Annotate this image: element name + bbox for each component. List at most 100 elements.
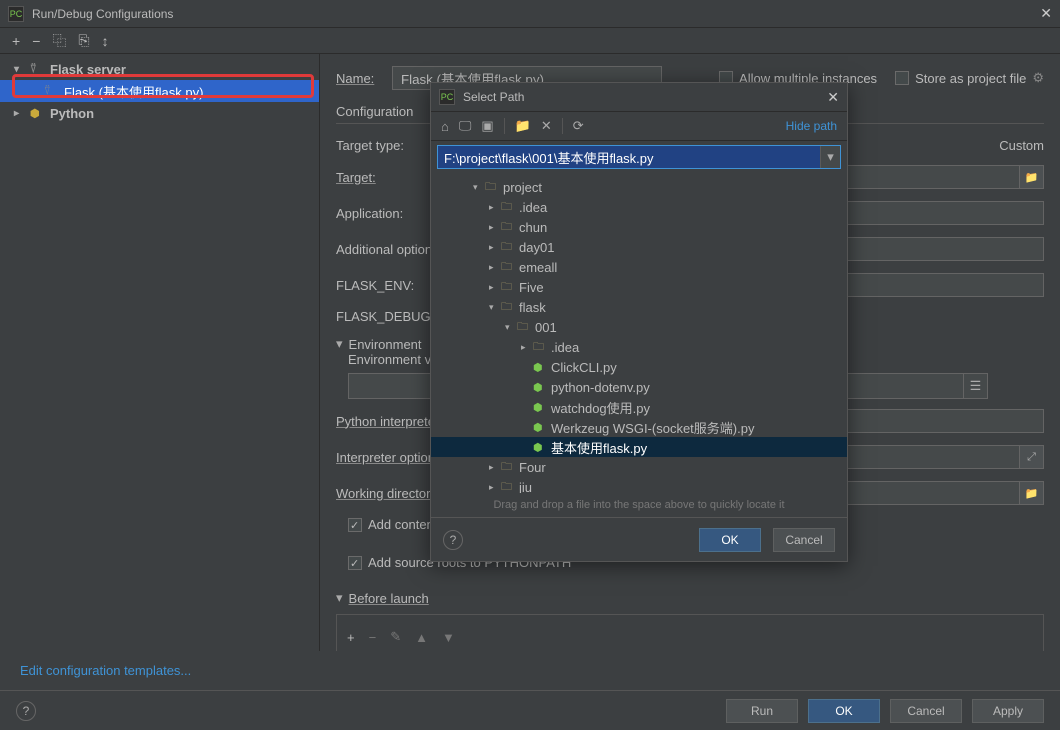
tree-label: Python bbox=[50, 106, 94, 121]
tree-group-flask-server[interactable]: ▾ ⍢ Flask server bbox=[0, 58, 319, 80]
dropdown-icon[interactable]: ▾ bbox=[820, 146, 840, 168]
chevron-down-icon: ▾ bbox=[489, 302, 499, 313]
tab-configuration[interactable]: Configuration bbox=[336, 100, 413, 123]
folder-row[interactable]: ▸🗀 .idea bbox=[431, 197, 847, 217]
folder-row[interactable]: ▸🗀 Four bbox=[431, 457, 847, 477]
add-button[interactable]: + bbox=[12, 33, 20, 49]
file-label: python-dotenv.py bbox=[551, 380, 650, 395]
save-button[interactable]: ⎘ bbox=[78, 32, 89, 49]
modal-cancel-button[interactable]: Cancel bbox=[773, 528, 835, 552]
cancel-button[interactable]: Cancel bbox=[890, 699, 962, 723]
down-task-button: ▼ bbox=[442, 630, 455, 645]
path-input[interactable]: F:\project\flask\001\基本使用flask.py ▾ bbox=[437, 145, 841, 169]
apply-button[interactable]: Apply bbox=[972, 699, 1044, 723]
modal-ok-button[interactable]: OK bbox=[699, 528, 761, 552]
up-task-button: ▲ bbox=[415, 630, 428, 645]
python-file-icon: ⬢ bbox=[533, 401, 547, 414]
hide-path-link[interactable]: Hide path bbox=[786, 119, 837, 133]
chevron-down-icon: ▾ bbox=[14, 64, 24, 75]
chevron-right-icon: ▸ bbox=[521, 342, 531, 353]
flask-icon: ⍢ bbox=[30, 63, 44, 76]
file-label: day01 bbox=[519, 240, 554, 255]
file-label: Four bbox=[519, 460, 546, 475]
file-label: .idea bbox=[519, 200, 547, 215]
file-label: flask bbox=[519, 300, 546, 315]
folder-row[interactable]: ▸🗀emeall bbox=[431, 257, 847, 277]
flask-icon: ⍢ bbox=[44, 85, 58, 98]
desktop-icon[interactable]: 🖵 bbox=[459, 118, 472, 134]
chevron-right-icon: ▸ bbox=[489, 222, 499, 233]
help-button[interactable]: ? bbox=[16, 701, 36, 721]
folder-row[interactable]: ▸🗀Five bbox=[431, 277, 847, 297]
file-label: 基本使用flask.py bbox=[551, 438, 647, 457]
python-file-icon: ⬢ bbox=[533, 421, 547, 434]
project-icon[interactable]: ▣ bbox=[481, 118, 493, 134]
list-icon[interactable]: ☰ bbox=[963, 374, 987, 398]
new-folder-icon[interactable]: 📁 bbox=[515, 118, 531, 134]
folder-icon: 🗀 bbox=[517, 318, 531, 337]
window-title: Run/Debug Configurations bbox=[32, 7, 173, 21]
edit-templates-link[interactable]: Edit configuration templates... bbox=[0, 651, 1060, 690]
sort-button[interactable]: ↕ bbox=[102, 33, 109, 49]
close-icon[interactable]: ✕ bbox=[827, 89, 839, 106]
tree-group-python[interactable]: ▸ ⬢ Python bbox=[0, 102, 319, 124]
file-row[interactable]: ⬢ Werkzeug WSGI-(socket服务端).py bbox=[431, 417, 847, 437]
folder-icon: 🗀 bbox=[501, 258, 515, 277]
refresh-icon[interactable]: ⟳ bbox=[573, 118, 584, 134]
path-value[interactable]: F:\project\flask\001\基本使用flask.py bbox=[438, 146, 820, 168]
file-row[interactable]: ⬢ClickCLI.py bbox=[431, 357, 847, 377]
add-task-button[interactable]: + bbox=[347, 630, 355, 645]
copy-button[interactable]: ⿻ bbox=[52, 31, 66, 51]
before-launch-toolbar: + − ✎ ▲ ▼ bbox=[336, 614, 1044, 651]
chevron-down-icon: ▾ bbox=[505, 322, 515, 333]
file-row[interactable]: ⬢ 基本使用flask.py bbox=[431, 437, 847, 457]
browse-target-button[interactable]: 📁 bbox=[1020, 165, 1044, 189]
app-icon: PC bbox=[439, 89, 455, 105]
folder-icon: 🗀 bbox=[501, 458, 515, 477]
gear-icon[interactable]: ⚙ bbox=[1032, 70, 1044, 86]
folder-row[interactable]: ▾🗀 001 bbox=[431, 317, 847, 337]
chevron-down-icon[interactable]: ▾ bbox=[336, 590, 343, 606]
folder-row[interactable]: ▸🗀.idea bbox=[431, 337, 847, 357]
folder-icon: 🗀 bbox=[501, 198, 515, 217]
file-row[interactable]: ⬢python-dotenv.py bbox=[431, 377, 847, 397]
file-row[interactable]: ⬢watchdog使用.py bbox=[431, 397, 847, 417]
ok-button[interactable]: OK bbox=[808, 699, 880, 723]
tree-label: Flask server bbox=[50, 62, 126, 77]
browse-dir-button[interactable]: 📁 bbox=[1020, 481, 1044, 505]
file-label: project bbox=[503, 180, 542, 195]
folder-icon: 🗀 bbox=[485, 178, 499, 197]
folder-icon: 🗀 bbox=[501, 238, 515, 257]
folder-icon: 🗀 bbox=[533, 338, 547, 357]
titlebar: PC Run/Debug Configurations ✕ bbox=[0, 0, 1060, 28]
chevron-right-icon: ▸ bbox=[489, 462, 499, 473]
file-label: emeall bbox=[519, 260, 557, 275]
folder-row[interactable]: ▸🗀chun bbox=[431, 217, 847, 237]
close-icon[interactable]: ✕ bbox=[1040, 5, 1052, 22]
folder-row[interactable]: ▸🗀day01 bbox=[431, 237, 847, 257]
remove-task-button: − bbox=[369, 630, 377, 645]
expand-icon[interactable]: ⤢ bbox=[1020, 445, 1044, 469]
python-icon: ⬢ bbox=[30, 107, 44, 120]
folder-row[interactable]: ▸🗀jiu bbox=[431, 477, 847, 493]
drop-hint: Drag and drop a file into the space abov… bbox=[431, 493, 847, 517]
delete-icon[interactable]: ✕ bbox=[541, 118, 552, 134]
file-tree[interactable]: ▾🗀project▸🗀.idea▸🗀chun▸🗀day01▸🗀emeall▸🗀F… bbox=[431, 173, 847, 493]
home-icon[interactable]: ⌂ bbox=[441, 119, 449, 134]
folder-row[interactable]: ▾🗀flask bbox=[431, 297, 847, 317]
folder-icon: 🗀 bbox=[501, 218, 515, 237]
python-file-icon: ⬢ bbox=[533, 361, 547, 374]
remove-button[interactable]: − bbox=[32, 33, 40, 49]
tree-item-flask-run[interactable]: ⍢ Flask (基本使用flask.py) bbox=[0, 80, 319, 102]
help-button[interactable]: ? bbox=[443, 530, 463, 550]
custom-radio-label[interactable]: Custom bbox=[999, 138, 1044, 153]
run-button[interactable]: Run bbox=[726, 699, 798, 723]
file-label: 001 bbox=[535, 320, 557, 335]
folder-row[interactable]: ▾🗀project bbox=[431, 177, 847, 197]
file-label: Werkzeug WSGI-(socket服务端).py bbox=[551, 418, 754, 437]
dialog-title: Select Path bbox=[463, 90, 524, 104]
chevron-down-icon[interactable]: ▾ bbox=[336, 336, 343, 352]
python-file-icon: ⬢ bbox=[533, 441, 547, 454]
chevron-right-icon: ▸ bbox=[489, 202, 499, 213]
store-project-file-checkbox[interactable]: Store as project file bbox=[895, 71, 1026, 86]
